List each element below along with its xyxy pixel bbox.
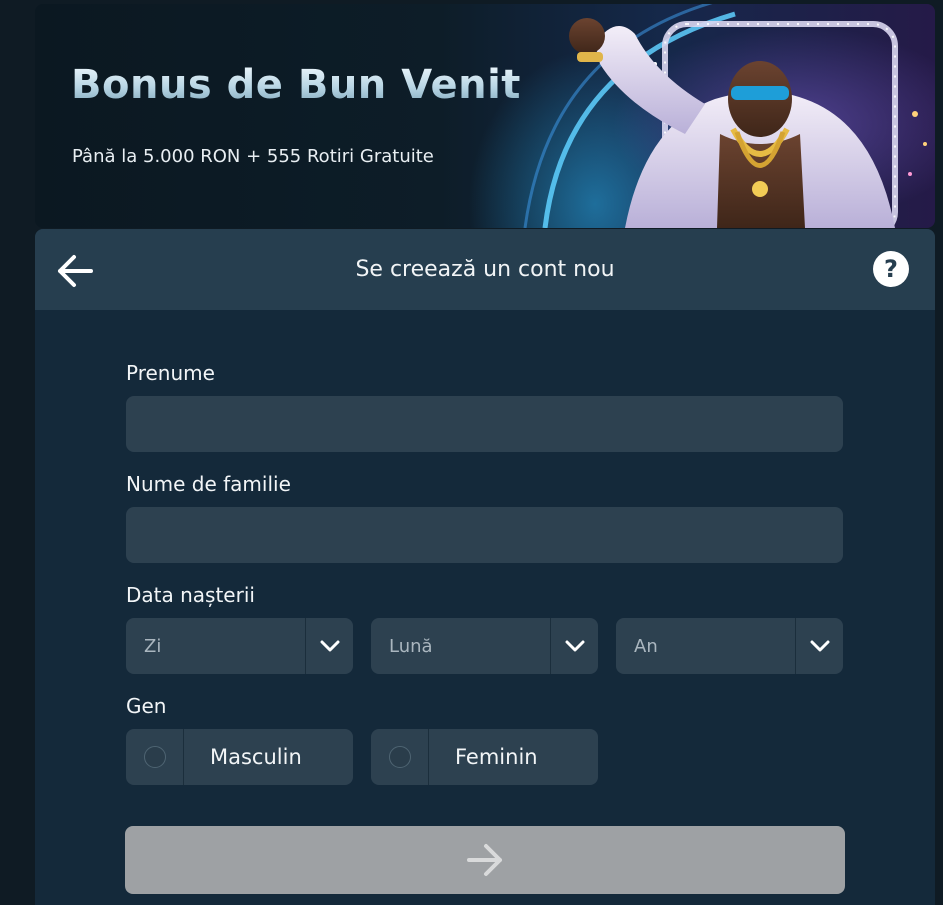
card-title: Se creează un cont nou bbox=[355, 257, 615, 282]
banner-subtitle: Până la 5.000 RON + 555 Rotiri Gratuite bbox=[72, 146, 434, 167]
last-name-label: Nume de familie bbox=[126, 472, 291, 496]
radio-circle-icon bbox=[143, 746, 166, 768]
chevron-down-icon bbox=[305, 618, 353, 674]
banner-title: Bonus de Bun Venit bbox=[71, 62, 521, 108]
registration-card: Se creează un cont nou ? Prenume Nume de… bbox=[35, 229, 935, 905]
back-button[interactable] bbox=[53, 249, 97, 293]
birth-day-select[interactable]: Zi bbox=[126, 618, 353, 674]
continue-button[interactable] bbox=[125, 826, 845, 894]
first-name-input[interactable] bbox=[126, 396, 843, 452]
birth-date-label: Data nașterii bbox=[126, 583, 255, 607]
registration-page: Bonus de Bun Venit Până la 5.000 RON + 5… bbox=[0, 0, 943, 905]
arrow-right-icon bbox=[467, 844, 502, 876]
radio-circle-icon bbox=[388, 746, 411, 768]
birth-day-value: Zi bbox=[144, 635, 162, 657]
chevron-down-icon bbox=[795, 618, 843, 674]
banner-promo-illustration bbox=[523, 4, 927, 228]
chevron-down-icon bbox=[550, 618, 598, 674]
card-header: Se creează un cont nou ? bbox=[35, 229, 935, 310]
birth-year-value: An bbox=[634, 635, 658, 657]
gender-option-label: Feminin bbox=[455, 745, 538, 769]
last-name-input[interactable] bbox=[126, 507, 843, 563]
welcome-bonus-banner[interactable]: Bonus de Bun Venit Până la 5.000 RON + 5… bbox=[35, 4, 935, 228]
first-name-label: Prenume bbox=[126, 361, 215, 385]
gender-option-label: Masculin bbox=[210, 745, 302, 769]
gender-option-female[interactable]: Feminin bbox=[371, 729, 598, 785]
arrow-left-icon bbox=[58, 255, 93, 287]
question-mark-icon: ? bbox=[884, 255, 898, 283]
gender-label: Gen bbox=[126, 694, 167, 718]
gender-option-male[interactable]: Masculin bbox=[126, 729, 353, 785]
birth-month-select[interactable]: Lună bbox=[371, 618, 598, 674]
birth-year-select[interactable]: An bbox=[616, 618, 843, 674]
birth-month-value: Lună bbox=[389, 635, 433, 657]
help-button[interactable]: ? bbox=[873, 251, 909, 287]
